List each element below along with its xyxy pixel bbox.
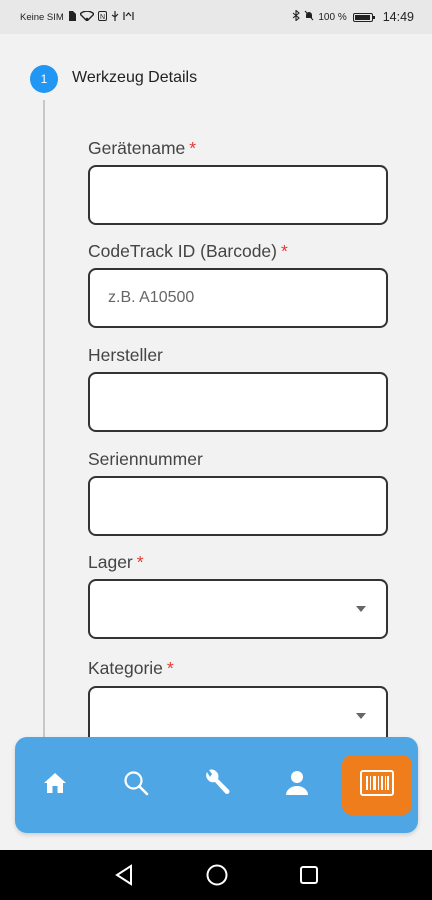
nav-profile[interactable] <box>262 737 332 833</box>
search-icon <box>123 770 149 801</box>
chevron-down-icon <box>356 606 366 612</box>
chevron-down-icon <box>356 713 366 719</box>
home-icon <box>43 772 67 799</box>
device-name-label: Gerätename * <box>88 138 197 158</box>
manufacturer-label: Hersteller <box>88 345 163 365</box>
serial-number-input[interactable] <box>88 476 388 536</box>
step-number-badge[interactable]: 1 <box>30 65 58 93</box>
codetrack-id-placeholder: z.B. A10500 <box>108 289 195 306</box>
nav-tools[interactable] <box>181 737 251 833</box>
required-asterisk: * <box>281 241 288 261</box>
required-asterisk: * <box>189 138 197 158</box>
back-icon[interactable] <box>113 863 135 892</box>
signal-icon <box>123 11 134 24</box>
home-circle-icon[interactable] <box>205 863 229 892</box>
user-icon <box>285 770 309 801</box>
sim-icon <box>68 10 76 24</box>
nav-barcode-scanner[interactable] <box>342 755 412 815</box>
codetrack-id-label: CodeTrack ID (Barcode) * <box>88 241 288 261</box>
required-asterisk: * <box>136 552 144 572</box>
device-name-input[interactable] <box>88 165 388 225</box>
wrench-icon <box>201 768 231 803</box>
bottom-navigation <box>15 737 418 833</box>
nfc-icon: N <box>97 10 107 24</box>
codetrack-id-input[interactable]: z.B. A10500 <box>88 268 388 328</box>
recents-icon[interactable] <box>298 863 320 892</box>
barcode-icon <box>360 769 394 801</box>
step-title[interactable]: Werkzeug Details <box>72 69 197 87</box>
required-asterisk: * <box>166 658 174 678</box>
battery-percent: 100 % <box>318 11 347 23</box>
bluetooth-icon <box>292 9 301 24</box>
nav-home[interactable] <box>20 737 90 833</box>
battery-icon <box>352 12 375 22</box>
serial-number-label: Seriennummer <box>88 449 203 469</box>
carrier-text: Keine SIM <box>20 11 64 23</box>
nav-search[interactable] <box>101 737 171 833</box>
category-label: Kategorie * <box>88 658 174 678</box>
storage-label: Lager * <box>88 552 144 572</box>
svg-text:N: N <box>100 14 105 21</box>
wifi-icon <box>78 9 95 24</box>
manufacturer-input[interactable] <box>88 372 388 432</box>
storage-select[interactable] <box>88 579 388 639</box>
clock: 14:49 <box>382 10 414 24</box>
stepper-connector-line <box>43 100 45 740</box>
system-navigation-bar <box>0 850 432 900</box>
status-bar: Keine SIM N 100 % 14:49 <box>0 0 432 34</box>
mute-bell-icon <box>304 10 314 24</box>
usb-icon <box>111 10 119 24</box>
